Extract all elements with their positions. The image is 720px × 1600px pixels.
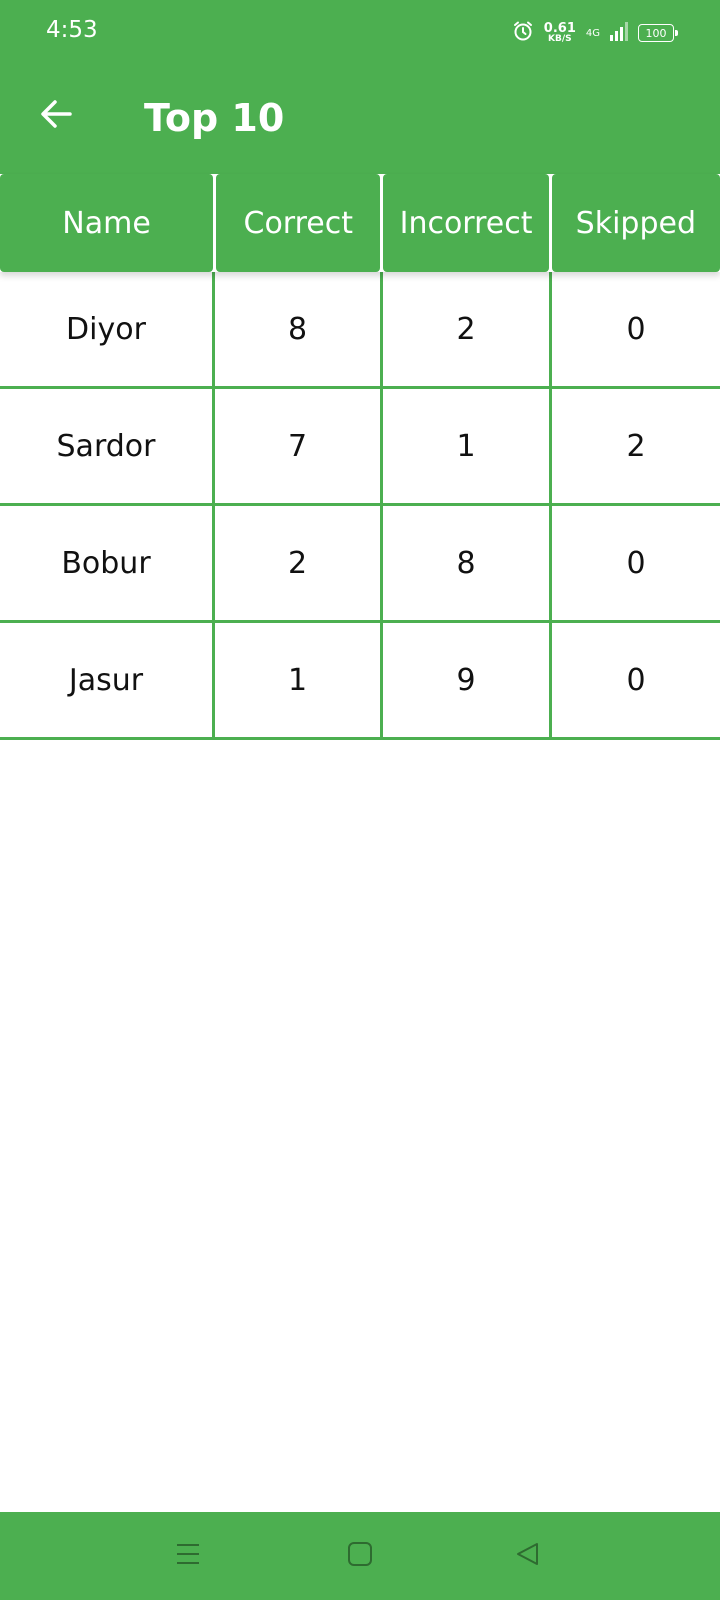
net-speed-unit: KB/S: [548, 34, 572, 44]
cell-correct: 7: [215, 389, 383, 503]
cell-skipped: 2: [626, 428, 646, 464]
cell-incorrect: 2: [383, 272, 552, 386]
cell-name: Jasur: [0, 623, 215, 737]
header-incorrect: Incorrect: [383, 174, 549, 272]
header-correct: Correct: [216, 174, 381, 272]
app-bar: Top 10: [0, 64, 720, 174]
table-row: Sardor 7 1 2: [0, 389, 720, 506]
back-button[interactable]: [30, 90, 82, 142]
system-nav-bar: [0, 1512, 720, 1600]
header-skipped: Skipped: [551, 174, 720, 272]
signal-icon: [610, 21, 628, 46]
cell-incorrect: 8: [383, 506, 552, 620]
cell-name: Sardor: [0, 389, 215, 503]
table-row: Diyor 8 2 0: [0, 272, 720, 389]
cell-skipped: 0: [626, 311, 646, 347]
cell-incorrect: 1: [383, 389, 552, 503]
table-header: Name Correct Incorrect Skipped: [0, 174, 720, 272]
scores-table: Name Correct Incorrect Skipped Diyor 8 2…: [0, 174, 720, 740]
cell-name: Diyor: [0, 272, 215, 386]
cell-skipped: 0: [626, 662, 646, 698]
table-row: Jasur 1 9 0: [0, 623, 720, 740]
menu-icon: [174, 1540, 202, 1573]
page-title: Top 10: [144, 96, 285, 140]
cell-correct: 8: [215, 272, 383, 386]
network-type: 4G: [585, 27, 600, 39]
back-triangle-icon: [514, 1540, 542, 1573]
nav-back-button[interactable]: [508, 1536, 548, 1576]
nav-home-button[interactable]: [340, 1536, 380, 1576]
cell-skipped: 0: [626, 545, 646, 581]
status-icons: 0.61 KB/S 4G 100: [512, 18, 678, 48]
nav-menu-button[interactable]: [168, 1536, 208, 1576]
status-bar: 4:53 0.61 KB/S 4G 100: [0, 0, 720, 64]
table-row: Bobur 2 8 0: [0, 506, 720, 623]
home-icon: [346, 1540, 374, 1573]
status-time: 4:53: [46, 17, 98, 43]
header-name: Name: [0, 174, 214, 272]
alarm-icon: [512, 20, 534, 47]
net-speed: 0.61 KB/S: [544, 22, 576, 44]
cell-correct: 2: [215, 506, 383, 620]
cell-correct: 1: [215, 623, 383, 737]
battery-icon: 100: [638, 24, 678, 42]
cell-name: Bobur: [0, 506, 215, 620]
arrow-left-icon: [38, 96, 74, 137]
battery-level: 100: [645, 26, 667, 40]
cell-incorrect: 9: [383, 623, 552, 737]
